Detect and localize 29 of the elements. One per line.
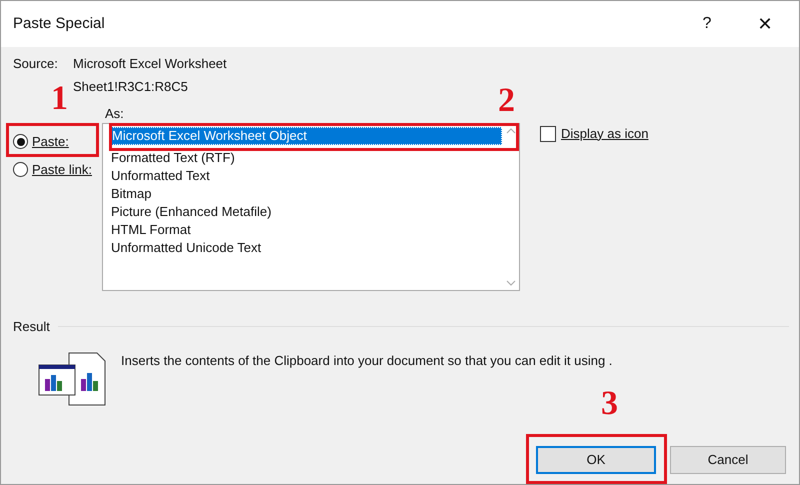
- window-title: Paste Special: [13, 14, 106, 34]
- radio-option[interactable]: Paste:: [13, 132, 102, 152]
- list-item[interactable]: Formatted Text (RTF): [109, 149, 502, 167]
- close-button[interactable]: ✕: [745, 10, 785, 38]
- step-number: 3: [601, 384, 618, 424]
- step-number: 2: [498, 81, 515, 121]
- list-item[interactable]: Picture (Enhanced Metafile): [109, 203, 502, 221]
- display-as-icon-checkbox[interactable]: Display as icon: [540, 124, 648, 144]
- list-item[interactable]: Microsoft Excel Worksheet Object: [109, 127, 502, 145]
- result-label: Result: [13, 318, 50, 336]
- list-item[interactable]: Unformatted Text: [109, 167, 502, 185]
- cancel-button[interactable]: Cancel: [670, 446, 786, 474]
- format-list[interactable]: Microsoft Excel Worksheet Object Formatted Text (RTF) Unformatted Text Bitmap Picture (Enhanced Metafile) HTML Format Unformatted Unicode Text: [102, 123, 520, 291]
- list-item[interactable]: Unformatted Unicode Text: [109, 239, 502, 257]
- source-value: Microsoft Excel Worksheet: [73, 55, 227, 73]
- help-button[interactable]: ?: [687, 12, 727, 36]
- radio-option[interactable]: Paste link:: [13, 160, 102, 179]
- chart-document-icon: [37, 350, 107, 406]
- as-label: As:: [105, 106, 125, 122]
- list-item[interactable]: HTML Format: [109, 221, 502, 239]
- step-number: 1: [51, 79, 68, 119]
- source-range: Sheet1!R3C1:R8C5: [73, 78, 189, 96]
- list-item[interactable]: Bitmap: [109, 185, 502, 203]
- source-label: Source:: [13, 55, 59, 73]
- ok-button[interactable]: OK: [536, 446, 656, 474]
- checkbox[interactable]: [540, 126, 556, 142]
- radio-button[interactable]: [13, 134, 28, 150]
- result-description: Inserts the contents of the Clipboard into your document so that you can edit it using .: [121, 352, 612, 370]
- radio-button[interactable]: [13, 162, 28, 177]
